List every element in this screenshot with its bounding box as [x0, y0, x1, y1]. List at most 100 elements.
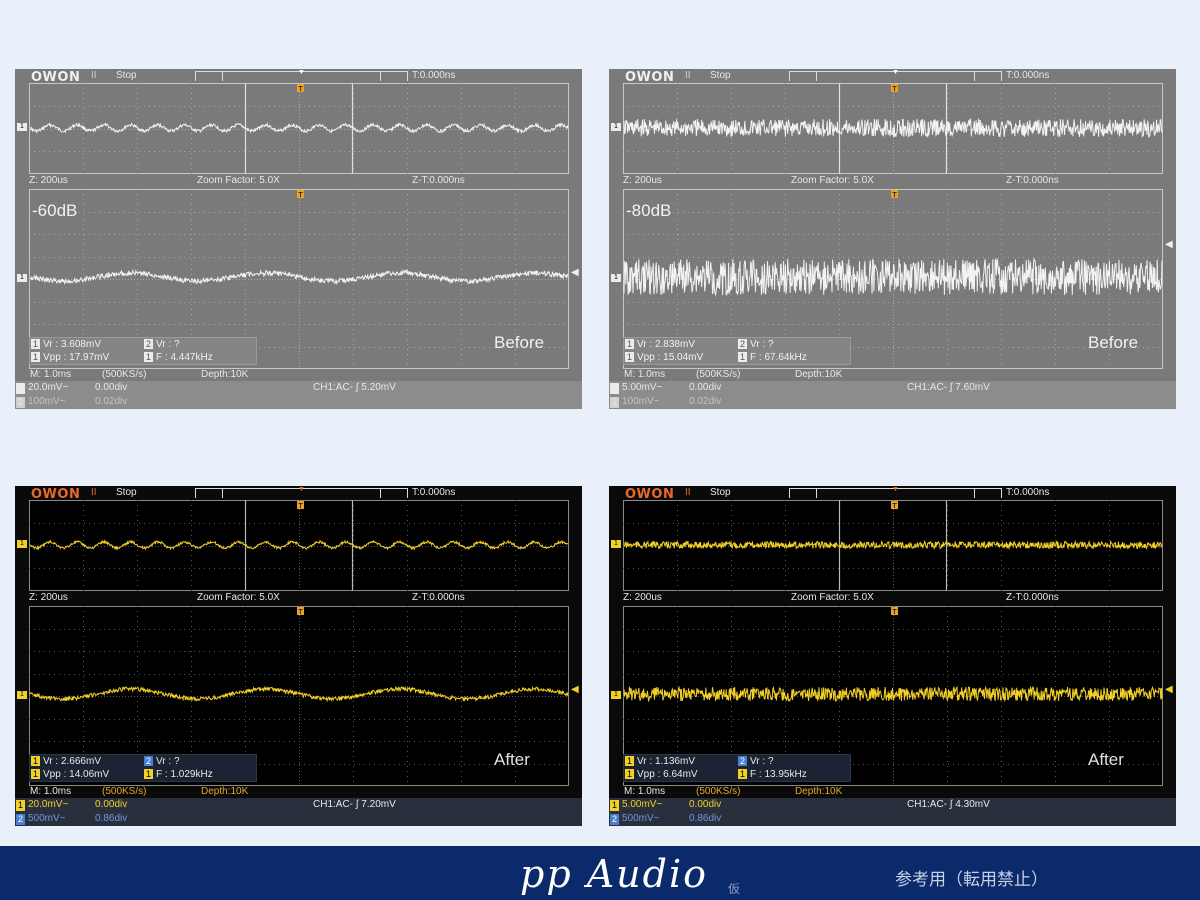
channel-1-badge: 1	[625, 339, 634, 350]
measurement-text: F : 1.029kHz	[156, 769, 213, 780]
ch1-waveform-zoom	[623, 685, 1163, 703]
channel-2-row: 2 500mV~ 0.86div	[609, 812, 1176, 826]
measurement-text: Vr : 1.136mV	[637, 756, 695, 767]
ch1-level-marker-icon: 1	[17, 123, 27, 131]
channel-1-badge: 1	[144, 769, 153, 780]
run-indicator: II	[91, 70, 97, 81]
measurement-text: F : 13.95kHz	[750, 769, 807, 780]
svg-text:T: T	[298, 502, 304, 510]
channel-2-badge: 2	[16, 397, 25, 408]
stage-label: After	[1088, 750, 1124, 769]
acquisition-status: M: 1.0ms (500KS/s) Depth:10K	[609, 369, 1176, 381]
ch1-level-marker-icon: 1	[611, 274, 621, 282]
measurement-panel: 1 Vr : 3.608mV 2 Vr : ? 1 Vpp : 17.97mV 1F …	[29, 337, 257, 365]
measurement-vr-ch2: 2 Vr : ?	[738, 339, 774, 351]
channel-1-badge: 1	[738, 769, 747, 780]
measurement-vpp-ch1: 1 Vpp : 17.97mV	[31, 352, 109, 364]
channel-1-badge: 1	[31, 756, 40, 767]
channel-info-bar: 1 20.0mV~ 0.00div CH1:AC- ∫ 7.20mV 2 500…	[15, 798, 582, 826]
measurement-freq-ch1: 1F : 67.64kHz	[738, 352, 807, 364]
main-window-grid: T	[29, 83, 569, 174]
main-window-grid: T	[623, 83, 1163, 174]
trigger-marker-icon: T	[297, 84, 304, 93]
channel-2-badge: 2	[16, 814, 25, 825]
sample-rate: (500KS/s)	[696, 369, 741, 380]
trigger-pointer-icon: ▼	[892, 69, 899, 76]
graticule: T	[623, 83, 1163, 174]
channel-1-badge: 1	[31, 352, 40, 363]
ch1-trigger-info: CH1:AC- ∫ 5.20mV	[313, 382, 396, 393]
ch2-offset: 0.02div	[689, 396, 722, 407]
measurement-vpp-ch1: 1 Vpp : 14.06mV	[31, 769, 109, 781]
acquisition-status: M: 1.0ms (500KS/s) Depth:10K	[15, 786, 582, 798]
measurement-vr-ch1: 1 Vr : 2.666mV	[31, 756, 101, 768]
scope-header: OWON II Stop ▼ T:0.000ns	[15, 69, 582, 85]
measurement-text: F : 67.64kHz	[750, 352, 807, 363]
svg-text:T: T	[892, 191, 898, 199]
measurement-vr-ch1: 1 Vr : 2.838mV	[625, 339, 695, 351]
oscilloscope-screenshot-br: OWON II Stop ▼ T:0.000ns T Z: 200us Zoom…	[609, 486, 1176, 826]
channel-info-bar: 1 5.00mV~ 0.00div CH1:AC- ∫ 7.60mV 2 100…	[609, 381, 1176, 409]
acquisition-status: M: 1.0ms (500KS/s) Depth:10K	[609, 786, 1176, 798]
zoom-factor: Zoom Factor: 5.0X	[197, 175, 280, 186]
channel-1-badge: 1	[31, 769, 40, 780]
zoom-timebase: Z: 200us	[623, 592, 662, 603]
trigger-marker-icon: T	[891, 501, 898, 510]
zoom-info-line: Z: 200us Zoom Factor: 5.0X Z-T:0.000ns	[609, 175, 1176, 187]
run-indicator: II	[91, 487, 97, 498]
run-indicator: II	[685, 70, 691, 81]
measurement-freq-ch1: 1F : 4.447kHz	[144, 352, 213, 364]
channel-2-row: 2 100mV~ 0.02div	[609, 395, 1176, 409]
measurement-vr-ch2: 2 Vr : ?	[144, 339, 180, 351]
measurement-text: Vpp : 17.97mV	[43, 352, 110, 363]
stage-label: Before	[494, 333, 545, 352]
zoom-factor: Zoom Factor: 5.0X	[791, 592, 874, 603]
oscilloscope-screenshot-tl: OWON II Stop ▼ T:0.000ns T Z: 200us Zoom…	[15, 69, 582, 409]
channel-1-badge: 1	[16, 800, 25, 811]
ch1-level-marker-icon: 1	[17, 540, 27, 548]
ch1-offset: 0.00div	[95, 382, 128, 393]
attenuation-label: -60dB	[32, 201, 78, 220]
main-window-grid: T	[29, 500, 569, 591]
measurement-text: F : 4.447kHz	[156, 352, 213, 363]
sample-rate: (500KS/s)	[102, 786, 147, 797]
trigger-pointer-icon: ▼	[298, 486, 305, 493]
ch1-volts-div: 20.0mV~	[28, 799, 69, 810]
trigger-pointer-icon: ▼	[892, 486, 899, 493]
ch2-offset: 0.86div	[689, 813, 722, 824]
graticule: T	[623, 500, 1163, 591]
channel-2-row: 2 100mV~ 0.02div	[15, 395, 582, 409]
run-state: Stop	[116, 70, 137, 81]
measurement-panel: 1 Vr : 2.838mV 2 Vr : ? 1 Vpp : 15.04mV 1F …	[623, 337, 851, 365]
graticule: T	[29, 500, 569, 591]
measurement-text: Vr : 2.666mV	[43, 756, 101, 767]
zoom-trigger-time: Z-T:0.000ns	[412, 175, 465, 186]
measurement-text: Vr : ?	[156, 756, 180, 767]
trigger-level-arrow-icon: ◀	[571, 684, 579, 695]
channel-1-badge: 1	[738, 352, 747, 363]
ch2-volts-div: 500mV~	[28, 813, 66, 824]
ch1-level-marker-icon: 1	[17, 274, 27, 282]
channel-info-bar: 1 5.00mV~ 0.00div CH1:AC- ∫ 4.30mV 2 500…	[609, 798, 1176, 826]
ch2-volts-div: 100mV~	[28, 396, 66, 407]
ch1-level-marker-icon: 1	[611, 123, 621, 131]
channel-2-row: 2 500mV~ 0.86div	[15, 812, 582, 826]
channel-1-badge: 1	[610, 800, 619, 811]
measurement-vr-ch2: 2 Vr : ?	[144, 756, 180, 768]
ch2-volts-div: 100mV~	[622, 396, 660, 407]
oscilloscope-screenshot-bl: OWON II Stop ▼ T:0.000ns T Z: 200us Zoom…	[15, 486, 582, 826]
ch1-volts-div: 5.00mV~	[622, 382, 663, 393]
main-window-grid: T	[623, 500, 1163, 591]
trigger-position: T:0.000ns	[1006, 487, 1050, 498]
zoom-timebase: Z: 200us	[29, 175, 68, 186]
graticule: T	[29, 83, 569, 174]
ch2-offset: 0.02div	[95, 396, 128, 407]
zoom-trigger-time: Z-T:0.000ns	[412, 592, 465, 603]
zoom-timebase: Z: 200us	[29, 592, 68, 603]
channel-info-bar: 1 20.0mV~ 0.00div CH1:AC- ∫ 5.20mV 2 100…	[15, 381, 582, 409]
provisional-mark: 仮	[728, 882, 741, 896]
measurement-vr-ch1: 1 Vr : 1.136mV	[625, 756, 695, 768]
stage-label: Before	[1088, 333, 1139, 352]
channel-1-badge: 1	[625, 756, 634, 767]
svg-text:T: T	[298, 85, 304, 93]
